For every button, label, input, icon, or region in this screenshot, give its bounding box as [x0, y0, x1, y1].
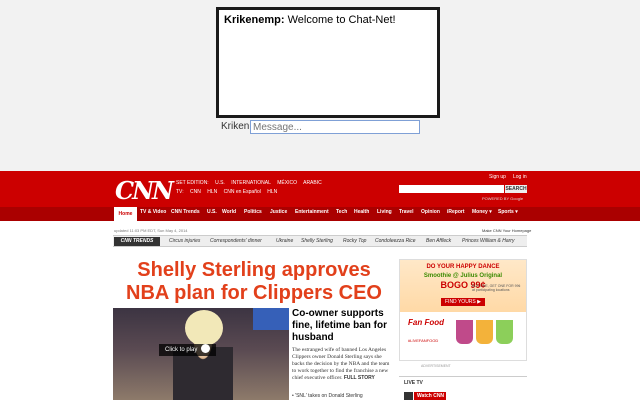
log-in-link[interactable]: Log in [513, 174, 527, 180]
edition-selector: SET EDITION: U.S. INTERNATIONAL MÉXICO A… [176, 180, 327, 186]
chat-message-user: Krikenemp: [224, 14, 285, 26]
tv-link-cnn[interactable]: CNN [190, 189, 201, 195]
cnn-homepage: CNN SET EDITION: U.S. INTERNATIONAL MÉXI… [0, 171, 640, 400]
trend-link[interactable]: Rocky Top [343, 238, 366, 244]
edition-arabic[interactable]: ARABIC [303, 180, 322, 186]
cnn-logo[interactable]: CNN [115, 176, 174, 205]
tv-link-hln2[interactable]: HLN [267, 189, 277, 195]
trend-link[interactable]: Condoleezza Rice [375, 238, 416, 244]
trend-link[interactable]: Circus injuries [169, 238, 200, 244]
nav-home[interactable]: Home [114, 207, 137, 221]
nav-us[interactable]: U.S. [207, 209, 217, 215]
ad-smoothie-text: Smoothie @ Julius Original [423, 273, 503, 279]
ad-bottom-panel: Fan Food #LIVEFANFOOD [400, 312, 526, 360]
nav-travel[interactable]: Travel [399, 209, 413, 215]
top-story-headline[interactable]: Shelly Sterling approves NBA plan for Cl… [113, 259, 395, 305]
ad-find-button[interactable]: FIND YOURS ▶ [441, 298, 485, 306]
ad-hashtag: #LIVEFANFOOD [408, 338, 439, 343]
chat-message-input[interactable] [250, 120, 420, 134]
powered-by-google: POWERED BY Google [482, 196, 524, 201]
live-tv-divider [399, 376, 527, 377]
edition-mexico[interactable]: MÉXICO [277, 180, 297, 186]
nav-cnn-trends[interactable]: CNN Trends [171, 209, 200, 215]
story-body: The estranged wife of banned Los Angeles… [292, 347, 395, 382]
search-input[interactable] [399, 185, 504, 193]
chat-name-label: Kriken [221, 121, 250, 132]
nav-living[interactable]: Living [377, 209, 392, 215]
tv-links: TV: CNN HLN CNN en Español HLN [176, 189, 282, 195]
nav-sports[interactable]: Sports ▾ [498, 209, 518, 215]
nav-world[interactable]: World [222, 209, 236, 215]
tv-label: TV: [176, 189, 184, 195]
ad-fine-print: BUY ONE, GET ONE FOR 99¢ at participatin… [472, 284, 521, 292]
make-homepage-link[interactable]: Make CNN Your Homepage [482, 228, 531, 233]
smoothie-cup-icon [476, 316, 493, 344]
nav-ireport[interactable]: iReport [447, 209, 465, 215]
trend-link[interactable]: Correspondents' dinner [210, 238, 262, 244]
tv-link-espanol[interactable]: CNN en Español [224, 189, 261, 195]
play-label: Click to play [165, 347, 198, 353]
cnn-trends-logo[interactable]: CNN TRENDS [114, 237, 160, 246]
nav-justice[interactable]: Justice [270, 209, 287, 215]
chat-message-text: Welcome to Chat-Net! [287, 14, 396, 26]
ad-label: ADVERTISEMENT [421, 364, 451, 368]
edition-international[interactable]: INTERNATIONAL [231, 180, 271, 186]
sign-up-link[interactable]: Sign up [489, 174, 506, 180]
live-tv-heading: LIVE TV [404, 380, 423, 386]
nav-opinion[interactable]: Opinion [421, 209, 440, 215]
nav-health[interactable]: Health [354, 209, 369, 215]
nav-politics[interactable]: Politics [244, 209, 262, 215]
trend-link[interactable]: Princes William & Harry [462, 238, 514, 244]
ad-brand-logo: Fan Food [408, 318, 444, 327]
edition-us[interactable]: U.S. [215, 180, 225, 186]
search-button[interactable]: SEARCH [505, 185, 527, 193]
advertisement[interactable]: DO YOUR HAPPY DANCE Smoothie @ Julius Or… [399, 259, 527, 361]
trend-link[interactable]: Ukraine [276, 238, 293, 244]
chat-message-log: Krikenemp: Welcome to Chat-Net! [216, 7, 440, 118]
nav-tv-video[interactable]: TV & Video [140, 209, 166, 215]
edition-label: SET EDITION: [176, 180, 209, 186]
trend-link[interactable]: Shelly Sterling [301, 238, 333, 244]
watch-icon [404, 392, 413, 400]
tv-link-hln[interactable]: HLN [207, 189, 217, 195]
trend-link[interactable]: Ben Affleck [426, 238, 451, 244]
ad-top-panel: DO YOUR HAPPY DANCE Smoothie @ Julius Or… [400, 260, 526, 312]
hero-hair [185, 310, 223, 346]
full-story-link[interactable]: FULL STORY [344, 375, 375, 381]
nav-entertainment[interactable]: Entertainment [295, 209, 329, 215]
updated-timestamp: updated 11:03 PM EDT, Sun May 4, 2014 [114, 228, 188, 233]
ad-happy-text: DO YOUR HAPPY DANCE [426, 264, 500, 270]
watch-cnn-button[interactable]: Watch CNN [414, 392, 446, 400]
smoothie-cup-icon [496, 316, 513, 344]
hero-background-jersey [253, 308, 289, 330]
play-icon [201, 343, 211, 353]
story-subhead[interactable]: Co-owner supports fine, lifetime ban for… [292, 308, 395, 344]
click-to-play-button[interactable]: Click to play [159, 343, 216, 356]
related-story-link[interactable]: • 'SNL' takes on Donald Sterling [292, 393, 363, 399]
nav-money[interactable]: Money ▾ [472, 209, 492, 215]
smoothie-cup-icon [456, 316, 473, 344]
nav-tech[interactable]: Tech [336, 209, 347, 215]
